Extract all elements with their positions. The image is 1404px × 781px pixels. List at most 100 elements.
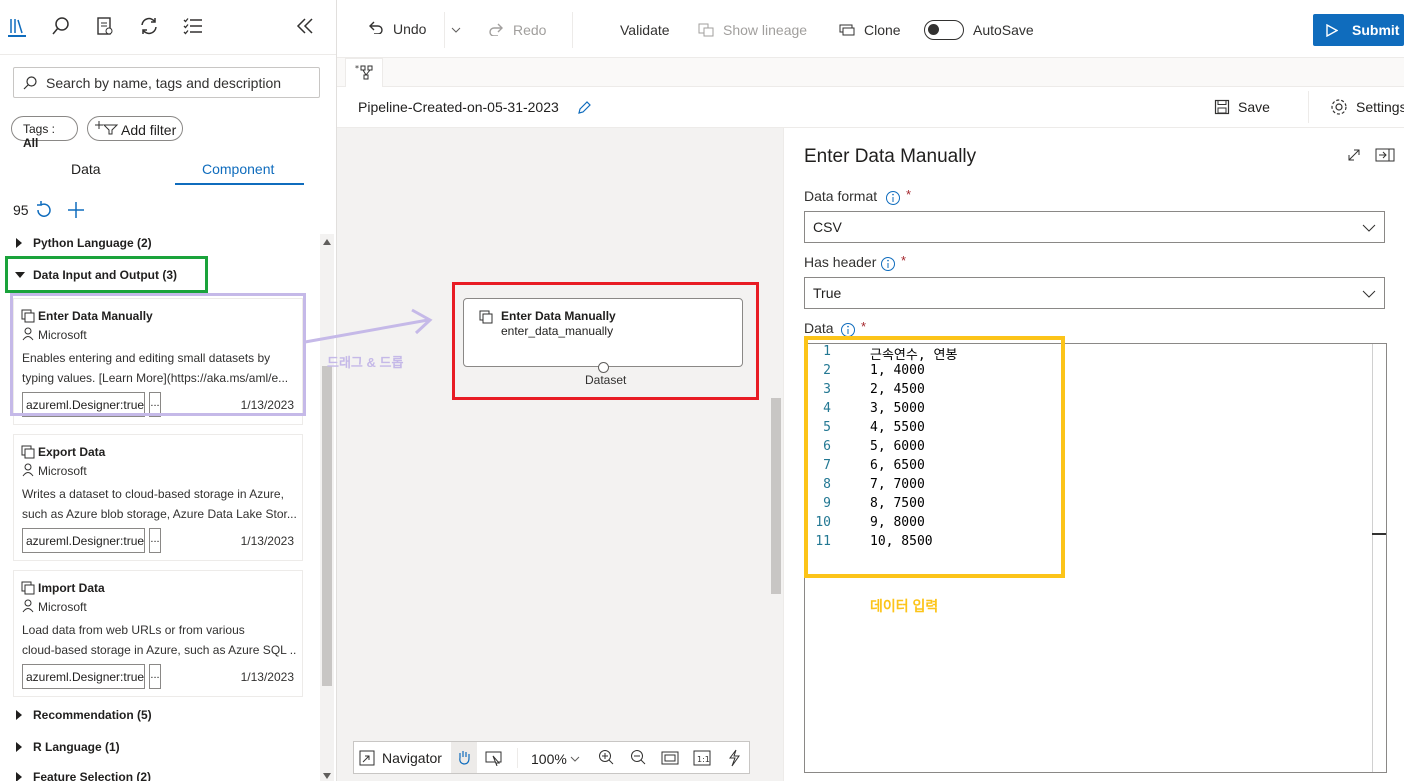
data-format-label: Data format bbox=[804, 188, 878, 204]
scroll-down-icon[interactable] bbox=[323, 773, 331, 779]
node-subtitle: enter_data_manually bbox=[501, 324, 614, 338]
component-card-import-data[interactable]: Import Data Microsoft Load data from web… bbox=[13, 570, 303, 697]
search-input[interactable]: Search by name, tags and description bbox=[13, 67, 320, 98]
editor-scrollbar-marker bbox=[1372, 533, 1386, 535]
collapse-panel-icon[interactable] bbox=[293, 14, 317, 38]
more-tags-button[interactable]: ... bbox=[149, 528, 161, 553]
refresh-list-icon[interactable] bbox=[34, 200, 54, 220]
add-icon[interactable] bbox=[66, 200, 86, 220]
zoom-dropdown-chevron-icon[interactable] bbox=[570, 756, 580, 762]
show-lineage-button[interactable]: Show lineage bbox=[723, 22, 807, 38]
divider bbox=[517, 748, 518, 768]
required-mark: * bbox=[901, 253, 907, 268]
tags-filter-label: Tags : bbox=[23, 122, 56, 136]
data-format-dropdown[interactable]: CSV bbox=[804, 211, 1385, 243]
tab-data-label: Data bbox=[71, 161, 101, 177]
autosave-label: AutoSave bbox=[973, 22, 1034, 38]
clone-button[interactable]: Clone bbox=[864, 22, 901, 38]
drag-arrow-icon bbox=[304, 308, 433, 344]
has-header-label: Has header bbox=[804, 254, 877, 270]
data-format-value: CSV bbox=[813, 219, 842, 235]
output-port[interactable] bbox=[598, 362, 609, 373]
pipeline-tab-strip: * bbox=[337, 58, 1404, 87]
tab-data[interactable]: Data bbox=[71, 161, 101, 177]
tags-filter-button[interactable]: Tags : All bbox=[11, 116, 78, 150]
component-tag[interactable]: azureml.Designer:true bbox=[22, 664, 145, 689]
navigator-icon bbox=[359, 750, 375, 766]
divider bbox=[572, 12, 573, 48]
add-filter-button[interactable]: Add filter bbox=[87, 116, 183, 141]
scrollbar-thumb[interactable] bbox=[322, 366, 332, 686]
more-tags-button[interactable]: ... bbox=[149, 664, 161, 689]
list-icon[interactable] bbox=[181, 14, 205, 38]
zoom-level[interactable]: 100% bbox=[531, 751, 567, 767]
select-tool-icon[interactable] bbox=[485, 750, 503, 766]
highlight-component bbox=[10, 293, 306, 416]
canvas-scrollbar-thumb[interactable] bbox=[771, 398, 781, 594]
expand-icon[interactable] bbox=[1346, 147, 1362, 163]
search-placeholder: Search by name, tags and description bbox=[46, 75, 282, 91]
zoom-out-icon[interactable] bbox=[629, 749, 647, 767]
tab-component[interactable]: Component bbox=[202, 161, 274, 177]
info-icon[interactable] bbox=[885, 190, 901, 206]
redo-button[interactable]: Redo bbox=[513, 22, 546, 38]
component-description: Writes a dataset to cloud-based storage … bbox=[22, 487, 297, 521]
submit-button[interactable]: Submit bbox=[1313, 14, 1404, 46]
component-date: 1/13/2023 bbox=[240, 534, 294, 548]
auto-layout-icon[interactable] bbox=[726, 749, 742, 767]
pipeline-name: Pipeline-Created-on-05-31-2023 bbox=[358, 99, 559, 115]
component-title: Import Data bbox=[38, 581, 105, 595]
edit-pencil-icon[interactable] bbox=[576, 100, 592, 116]
validate-button[interactable]: Validate bbox=[620, 22, 670, 38]
required-mark: * bbox=[906, 187, 912, 202]
undo-history-chevron-icon[interactable] bbox=[451, 27, 461, 33]
undo-button[interactable]: Undo bbox=[393, 21, 426, 37]
divider bbox=[444, 12, 445, 48]
settings-button[interactable]: Settings bbox=[1356, 99, 1404, 115]
navigator-button[interactable]: Navigator bbox=[382, 750, 442, 766]
person-icon bbox=[22, 463, 34, 477]
component-tag[interactable]: azureml.Designer:true bbox=[22, 528, 145, 553]
has-header-dropdown[interactable]: True bbox=[804, 277, 1385, 309]
active-tab-indicator bbox=[175, 183, 304, 185]
component-title: Export Data bbox=[38, 445, 106, 459]
editor-scrollbar-track[interactable] bbox=[1372, 344, 1373, 772]
chevron-down-icon bbox=[1362, 290, 1376, 298]
has-header-value: True bbox=[813, 285, 842, 301]
save-button[interactable]: Save bbox=[1238, 99, 1270, 115]
category-python-language[interactable]: Python Language (2) bbox=[0, 228, 320, 258]
component-publisher: Microsoft bbox=[38, 600, 87, 614]
svg-text:1:1: 1:1 bbox=[697, 755, 710, 764]
category-recommendation[interactable]: Recommendation (5) bbox=[0, 700, 320, 730]
category-label: R Language (1) bbox=[33, 740, 120, 754]
component-icon bbox=[479, 310, 493, 324]
close-panel-icon[interactable] bbox=[1375, 147, 1395, 163]
chevron-down-icon bbox=[1362, 224, 1376, 232]
fit-to-screen-icon[interactable] bbox=[661, 750, 679, 766]
component-icon bbox=[21, 445, 35, 459]
pipeline-node-enter-data-manually[interactable]: Enter Data Manually enter_data_manually bbox=[463, 298, 743, 373]
category-r-language[interactable]: R Language (1) bbox=[0, 732, 320, 762]
pan-tool-button[interactable] bbox=[451, 742, 477, 773]
library-icon[interactable] bbox=[5, 14, 29, 38]
category-label: Python Language (2) bbox=[33, 236, 152, 250]
data-input-annotation: 데이터 입력 bbox=[870, 598, 939, 614]
component-card-export-data[interactable]: Export Data Microsoft Writes a dataset t… bbox=[13, 434, 303, 561]
zoom-in-icon[interactable] bbox=[597, 749, 615, 767]
highlight-data-input bbox=[804, 336, 1065, 578]
pipeline-tab[interactable]: * bbox=[345, 58, 383, 87]
info-icon[interactable] bbox=[880, 256, 896, 272]
refresh-icon[interactable] bbox=[137, 14, 161, 38]
save-icon bbox=[1214, 99, 1230, 115]
component-description: Load data from web URLs or from various c… bbox=[22, 623, 297, 657]
scroll-up-icon[interactable] bbox=[323, 239, 331, 245]
search-icon[interactable] bbox=[49, 14, 73, 38]
actual-size-icon[interactable]: 1:1 bbox=[693, 750, 711, 766]
category-feature-selection[interactable]: Feature Selection (2) bbox=[0, 762, 320, 781]
toggle-knob bbox=[928, 24, 939, 35]
data-asset-icon[interactable] bbox=[93, 14, 117, 38]
add-filter-icon bbox=[95, 120, 119, 136]
pipeline-canvas[interactable] bbox=[337, 128, 783, 781]
autosave-toggle[interactable] bbox=[924, 20, 964, 40]
person-icon bbox=[22, 599, 34, 613]
